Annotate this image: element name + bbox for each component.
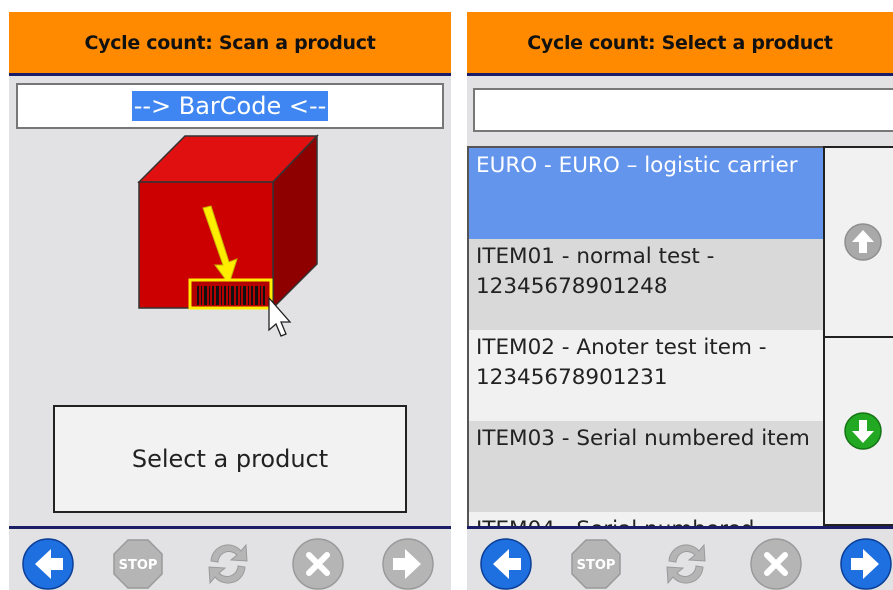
screen-title: Cycle count: Scan a product xyxy=(9,12,451,76)
scroll-down-button[interactable] xyxy=(823,336,893,526)
select-product-screen: Cycle count: Select a product EURO - EUR… xyxy=(467,12,893,590)
list-item[interactable]: ITEM03 - Serial numbered item xyxy=(469,421,823,512)
cancel-icon[interactable] xyxy=(749,537,803,590)
scroll-up-icon xyxy=(844,223,882,261)
refresh-icon[interactable] xyxy=(659,537,713,590)
bottom-nav-bar: STOP xyxy=(467,526,893,590)
stop-icon[interactable]: STOP xyxy=(111,537,165,590)
scroll-up-button[interactable] xyxy=(823,146,893,338)
barcode-value: --> BarCode <-- xyxy=(131,91,329,121)
scan-product-screen: Cycle count: Scan a product --> BarCode … xyxy=(9,12,451,590)
forward-arrow-icon[interactable] xyxy=(839,537,893,590)
screen-title: Cycle count: Select a product xyxy=(467,12,893,76)
refresh-icon[interactable] xyxy=(201,537,255,590)
product-list: EURO - EURO – logistic carrier ITEM01 - … xyxy=(467,146,823,526)
list-item[interactable]: ITEM04 - Serial numbered xyxy=(469,512,823,526)
svg-text:STOP: STOP xyxy=(577,558,616,573)
bottom-nav-bar: STOP xyxy=(9,526,451,590)
list-item[interactable]: EURO - EURO – logistic carrier xyxy=(469,148,823,239)
list-item[interactable]: ITEM02 - Anoter test item - 123456789012… xyxy=(469,330,823,421)
barcode-input[interactable]: --> BarCode <-- xyxy=(16,83,444,129)
scroll-down-icon xyxy=(844,412,882,450)
cancel-icon[interactable] xyxy=(291,537,345,590)
list-item[interactable]: ITEM01 - normal test - 12345678901248 xyxy=(469,239,823,330)
stop-icon[interactable]: STOP xyxy=(569,537,623,590)
list-scroller xyxy=(823,146,893,526)
forward-arrow-icon[interactable] xyxy=(381,537,435,590)
select-product-button[interactable]: Select a product xyxy=(53,405,407,513)
search-input[interactable] xyxy=(473,88,893,132)
svg-text:STOP: STOP xyxy=(119,558,158,573)
back-arrow-icon[interactable] xyxy=(21,537,75,590)
barcode-scan-box-icon xyxy=(137,134,319,337)
back-arrow-icon[interactable] xyxy=(479,537,533,590)
